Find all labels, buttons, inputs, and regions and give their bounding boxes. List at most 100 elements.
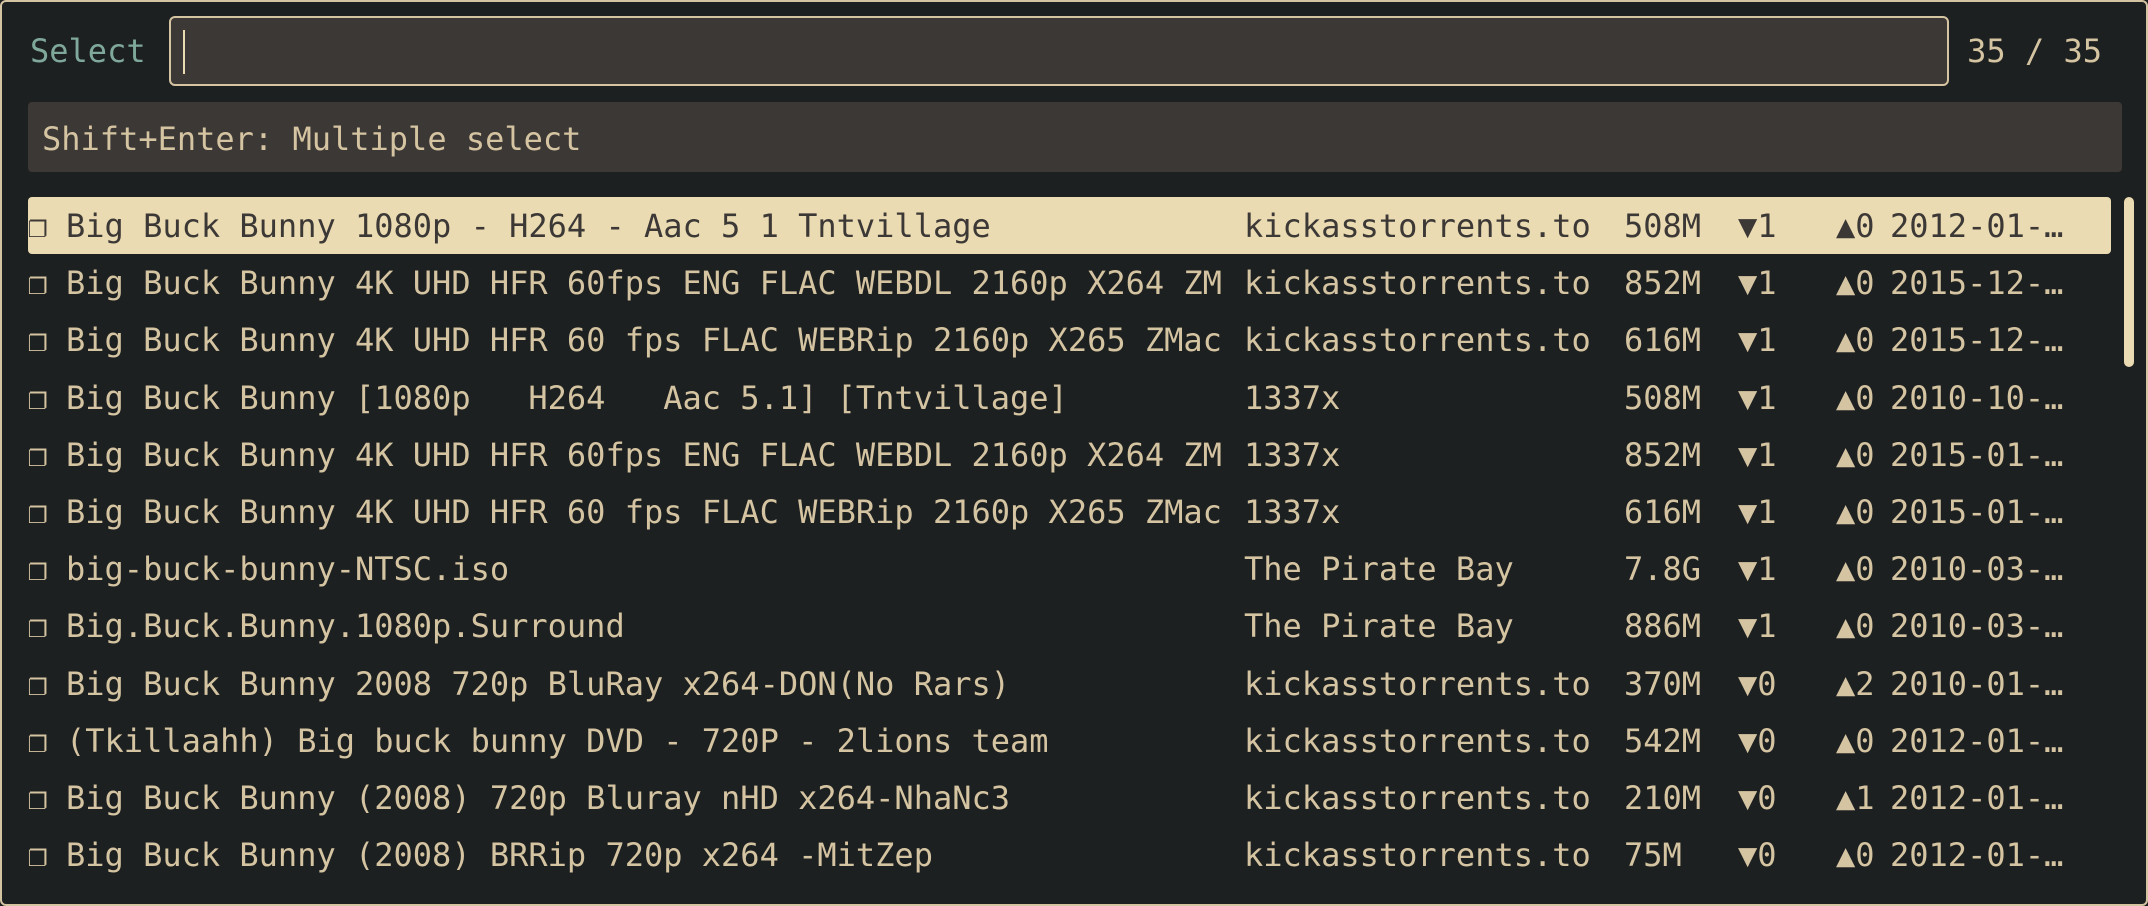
search-input[interactable] xyxy=(181,28,1925,76)
result-title: Big Buck Bunny 4K UHD HFR 60 fps FLAC WE… xyxy=(66,321,1222,359)
result-title: Big Buck Bunny 1080p - H264 - Aac 5 1 Tn… xyxy=(66,207,991,245)
result-seeders: ▼1 xyxy=(1738,207,1777,245)
result-date: 2010-03-… xyxy=(1890,607,2064,645)
result-source: 1337x xyxy=(1244,436,1341,474)
result-leechers: ▲0 xyxy=(1836,264,1875,302)
result-date: 2012-01-… xyxy=(1890,722,2064,760)
result-source: The Pirate Bay xyxy=(1244,550,1514,588)
result-leechers: ▲1 xyxy=(1836,779,1875,817)
result-source: kickasstorrents.to xyxy=(1244,836,1591,874)
result-size: 616M xyxy=(1624,493,1702,531)
result-size: 508M xyxy=(1624,207,1702,245)
fzf-window: Select 35 / 35 Shift+Enter: Multiple sel… xyxy=(0,0,2148,906)
result-seeders: ▼0 xyxy=(1738,779,1777,817)
result-source: 1337x xyxy=(1244,379,1341,417)
result-date: 2015-12-… xyxy=(1890,321,2064,359)
checkbox-icon[interactable]: ❐ xyxy=(28,264,47,302)
result-seeders: ▼0 xyxy=(1738,722,1777,760)
result-title: Big Buck Bunny [1080p H264 Aac 5.1] [Tnt… xyxy=(66,379,1068,417)
result-source: kickasstorrents.to xyxy=(1244,207,1591,245)
result-seeders: ▼1 xyxy=(1738,607,1777,645)
result-seeders: ▼1 xyxy=(1738,321,1777,359)
result-date: 2012-01-… xyxy=(1890,207,2064,245)
result-row[interactable]: ❐ Big Buck Bunny 4K UHD HFR 60fps ENG FLA… xyxy=(28,254,2111,311)
result-source: kickasstorrents.to xyxy=(1244,264,1591,302)
result-size: 542M xyxy=(1624,722,1702,760)
result-row[interactable]: ❐ Big Buck Bunny 4K UHD HFR 60 fps FLAC W… xyxy=(28,311,2111,368)
result-size: 886M xyxy=(1624,607,1702,645)
scrollbar-thumb[interactable] xyxy=(2124,197,2134,367)
search-box[interactable] xyxy=(169,16,1949,86)
result-source: kickasstorrents.to xyxy=(1244,722,1591,760)
result-date: 2015-01-… xyxy=(1890,436,2064,474)
result-leechers: ▲0 xyxy=(1836,321,1875,359)
result-date: 2012-01-… xyxy=(1890,836,2064,874)
result-date: 2015-12-… xyxy=(1890,264,2064,302)
result-source: kickasstorrents.to xyxy=(1244,779,1591,817)
checkbox-icon[interactable]: ❐ xyxy=(28,550,47,588)
result-title: big-buck-bunny-NTSC.iso xyxy=(66,550,510,588)
result-row[interactable]: ❐ Big.Buck.Bunny.1080p.Surround The Pirate… xyxy=(28,597,2111,654)
result-leechers: ▲0 xyxy=(1836,493,1875,531)
result-row-selected[interactable]: ❐ Big Buck Bunny 1080p - H264 - Aac 5 1 T… xyxy=(28,197,2111,254)
result-seeders: ▼1 xyxy=(1738,264,1777,302)
result-row[interactable]: ❐ (Tkillaahh) Big buck bunny DVD - 720P -… xyxy=(28,712,2111,769)
result-date: 2010-03-… xyxy=(1890,550,2064,588)
result-row[interactable]: ❐ Big Buck Bunny 4K UHD HFR 60 fps FLAC W… xyxy=(28,483,2111,540)
result-title: Big Buck Bunny 2008 720p BluRay x264-DON… xyxy=(66,665,1011,703)
result-row[interactable]: ❐ Big Buck Bunny (2008) BRRip 720p x264 -… xyxy=(28,826,2111,877)
result-seeders: ▼1 xyxy=(1738,436,1777,474)
checkbox-icon[interactable]: ❐ xyxy=(28,836,47,874)
result-date: 2010-01-… xyxy=(1890,665,2064,703)
checkbox-icon[interactable]: ❐ xyxy=(28,379,47,417)
checkbox-icon[interactable]: ❐ xyxy=(28,436,47,474)
result-row[interactable]: ❐ big-buck-bunny-NTSC.iso The Pirate Bay 7.… xyxy=(28,540,2111,597)
result-source: The Pirate Bay xyxy=(1244,607,1514,645)
result-date: 2010-10-… xyxy=(1890,379,2064,417)
header-bar: Shift+Enter: Multiple select xyxy=(28,102,2122,172)
result-source: 1337x xyxy=(1244,493,1341,531)
result-title: Big Buck Bunny (2008) BRRip 720p x264 -M… xyxy=(66,836,933,874)
result-seeders: ▼1 xyxy=(1738,550,1777,588)
result-seeders: ▼0 xyxy=(1738,665,1777,703)
result-seeders: ▼0 xyxy=(1738,836,1777,874)
result-title: Big Buck Bunny 4K UHD HFR 60fps ENG FLAC… xyxy=(66,436,1222,474)
result-size: 852M xyxy=(1624,436,1702,474)
result-size: 7.8G xyxy=(1624,550,1702,588)
checkbox-icon[interactable]: ❐ xyxy=(28,207,47,245)
header-hint: Shift+Enter: Multiple select xyxy=(42,120,582,158)
checkbox-icon[interactable]: ❐ xyxy=(28,607,47,645)
result-row[interactable]: ❐ Big Buck Bunny (2008) 720p Bluray nHD x… xyxy=(28,769,2111,826)
result-leechers: ▲0 xyxy=(1836,550,1875,588)
checkbox-icon[interactable]: ❐ xyxy=(28,722,47,760)
result-leechers: ▲0 xyxy=(1836,207,1875,245)
result-seeders: ▼1 xyxy=(1738,379,1777,417)
result-row[interactable]: ❐ Big Buck Bunny 4K UHD HFR 60fps ENG FLA… xyxy=(28,426,2111,483)
result-title: Big Buck Bunny 4K UHD HFR 60 fps FLAC WE… xyxy=(66,493,1222,531)
text-caret xyxy=(183,30,185,74)
result-date: 2012-01-… xyxy=(1890,779,2064,817)
checkbox-icon[interactable]: ❐ xyxy=(28,493,47,531)
result-date: 2015-01-… xyxy=(1890,493,2064,531)
result-leechers: ▲0 xyxy=(1836,607,1875,645)
checkbox-icon[interactable]: ❐ xyxy=(28,779,47,817)
result-row[interactable]: ❐ Big Buck Bunny 2008 720p BluRay x264-DO… xyxy=(28,655,2111,712)
result-size: 852M xyxy=(1624,264,1702,302)
result-leechers: ▲0 xyxy=(1836,379,1875,417)
results-list: ❐ Big Buck Bunny 1080p - H264 - Aac 5 1 T… xyxy=(28,197,2114,877)
result-leechers: ▲2 xyxy=(1836,665,1875,703)
result-size: 616M xyxy=(1624,321,1702,359)
result-seeders: ▼1 xyxy=(1738,493,1777,531)
result-leechers: ▲0 xyxy=(1836,836,1875,874)
result-source: kickasstorrents.to xyxy=(1244,665,1591,703)
checkbox-icon[interactable]: ❐ xyxy=(28,321,47,359)
result-size: 75M xyxy=(1624,836,1682,874)
result-title: Big Buck Bunny (2008) 720p Bluray nHD x2… xyxy=(66,779,1011,817)
scrollbar[interactable] xyxy=(2124,197,2134,877)
result-leechers: ▲0 xyxy=(1836,722,1875,760)
result-row[interactable]: ❐ Big Buck Bunny [1080p H264 Aac 5.1] [Tn… xyxy=(28,369,2111,426)
checkbox-icon[interactable]: ❐ xyxy=(28,665,47,703)
result-size: 210M xyxy=(1624,779,1702,817)
result-title: Big.Buck.Bunny.1080p.Surround xyxy=(66,607,625,645)
prompt-label: Select xyxy=(30,32,146,70)
